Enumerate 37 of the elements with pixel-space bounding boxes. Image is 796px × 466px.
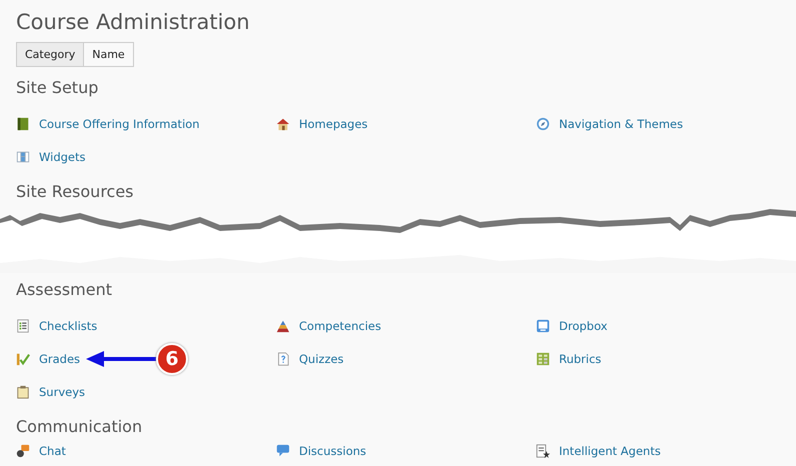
table-icon (536, 352, 550, 366)
tool-link[interactable]: Rubrics (559, 352, 602, 366)
section-heading: Site Resources (16, 181, 135, 203)
tool-link[interactable]: Dropbox (559, 318, 608, 332)
checklist-icon (16, 318, 30, 332)
tool-link[interactable]: Grades (39, 352, 80, 366)
book-icon (16, 116, 30, 130)
document-star-icon (536, 444, 550, 458)
pyramid-icon (276, 318, 290, 332)
clipboard-icon (16, 384, 30, 398)
tool-link[interactable]: Course Offering Information (39, 116, 200, 130)
tool-link[interactable]: Competencies (299, 318, 382, 332)
tool-link[interactable]: Surveys (39, 384, 85, 398)
compass-icon (536, 116, 550, 130)
checkmark-icon (16, 352, 30, 366)
section-heading: Assessment (16, 279, 113, 301)
step-badge: 6 (156, 342, 188, 374)
question-page-icon (276, 352, 290, 366)
tool-link[interactable]: Chat (39, 444, 66, 458)
tool-link[interactable]: Discussions (299, 444, 366, 458)
tool-link[interactable]: Homepages (299, 116, 368, 130)
tool-link[interactable]: Intelligent Agents (559, 444, 661, 458)
view-tab[interactable]: Category (16, 42, 84, 67)
page-title: Course Administration (16, 9, 251, 36)
tool-link[interactable]: Widgets (39, 150, 86, 164)
section-heading: Communication (16, 416, 144, 438)
view-tab[interactable]: Name (84, 42, 134, 67)
arrow (86, 348, 158, 368)
grid-icon (16, 150, 30, 164)
house-icon (276, 116, 290, 130)
tool-link[interactable]: Navigation & Themes (559, 116, 683, 130)
tool-link[interactable]: Quizzes (299, 352, 344, 366)
tool-link[interactable]: Checklists (39, 318, 98, 332)
section-heading: Site Setup (16, 77, 100, 99)
monitor-icon (536, 318, 550, 332)
chat-icon (16, 444, 30, 458)
speech-bubble-icon (276, 444, 290, 458)
